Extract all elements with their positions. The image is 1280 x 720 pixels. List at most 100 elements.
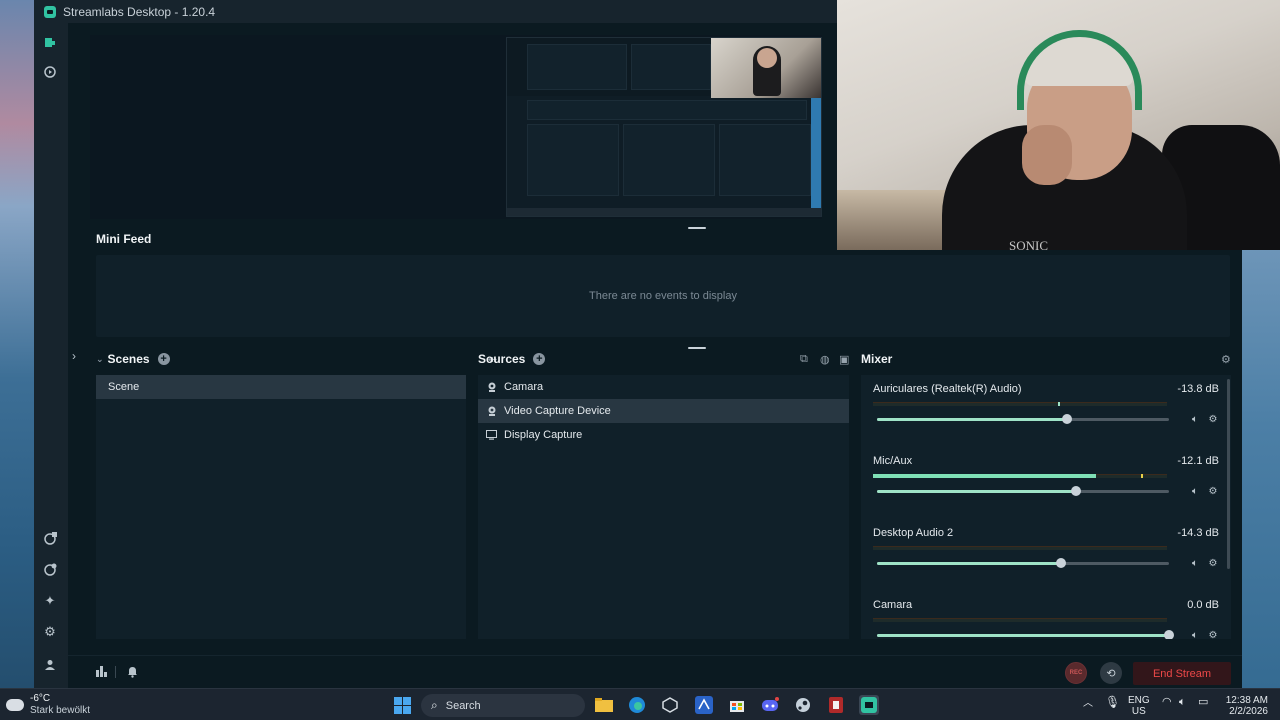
window-title: Streamlabs Desktop - 1.20.4 [63, 4, 216, 19]
mixer-scrollbar[interactable] [1227, 379, 1230, 569]
mute-speaker-icon[interactable]: 🔈︎ [1189, 485, 1201, 497]
volume-meter [873, 546, 1167, 550]
desktop-background-left [0, 0, 34, 688]
channel-db: -12.1 dB [1177, 455, 1219, 467]
volume-icon[interactable]: 🔈︎ [1179, 697, 1186, 708]
taskbar-search[interactable]: ⌕ Search [421, 694, 585, 717]
source-display-icon[interactable]: ⧉ [800, 353, 808, 366]
mixer-settings-icon[interactable]: ⚙ [1221, 353, 1231, 366]
channel-name: Camara [873, 599, 913, 611]
red-app-icon[interactable] [826, 695, 846, 715]
code-editor-icon[interactable] [694, 695, 714, 715]
cloud-icon [6, 699, 24, 711]
discord-icon[interactable] [760, 695, 780, 715]
mute-speaker-icon[interactable]: 🔈︎ [1189, 629, 1201, 640]
source-item[interactable]: Camara [478, 375, 849, 399]
game-overlay-icon[interactable] [42, 530, 58, 546]
weather-temperature: -6°C [30, 693, 51, 704]
settings-icon[interactable]: ⚙ [42, 624, 58, 640]
login-icon[interactable] [42, 657, 58, 673]
notifications-bell-icon[interactable] [127, 666, 138, 681]
desktop-background-right [1242, 250, 1280, 688]
language-indicator[interactable]: ENG US [1128, 695, 1150, 717]
webcam-overlay: SONIC [837, 0, 1280, 250]
volume-slider[interactable] [877, 414, 1169, 424]
streamlabs-taskbar-icon[interactable] [859, 695, 879, 715]
source-audio-icon[interactable]: ◍ [820, 353, 830, 366]
volume-meter [873, 618, 1167, 622]
start-button[interactable] [392, 695, 412, 715]
sources-title: Sources [478, 352, 526, 366]
mute-speaker-icon[interactable]: 🔈︎ [1189, 557, 1201, 569]
sidebar: ✦ ⚙ [34, 23, 68, 688]
scene-item[interactable]: Scene [96, 375, 466, 399]
mini-feed-title: Mini Feed [96, 232, 152, 246]
wifi-icon[interactable]: ◠ [1162, 697, 1172, 708]
webcam-icon [486, 406, 497, 416]
shirt-text: SONIC [1009, 238, 1049, 250]
sources-list: Camara Video Capture Device Display Capt… [478, 375, 849, 639]
editor-icon[interactable] [42, 34, 58, 50]
channel-db: -14.3 dB [1177, 527, 1219, 539]
steam-icon[interactable] [793, 695, 813, 715]
scenes-title: Scenes [107, 352, 150, 366]
mute-speaker-icon[interactable]: 🔈︎ [1189, 413, 1201, 425]
webcam-icon [486, 382, 497, 392]
channel-settings-icon[interactable]: ⚙ [1207, 557, 1219, 569]
volume-slider[interactable] [877, 558, 1169, 568]
add-folder-icon[interactable]: ▣ [839, 353, 849, 366]
search-icon: ⌕ [431, 698, 438, 712]
separator [115, 666, 116, 678]
monitor-icon [486, 430, 497, 440]
clock[interactable]: 12:38 AM 2/2/2026 [1222, 695, 1268, 717]
volume-slider[interactable] [877, 486, 1169, 496]
preview-display-capture [506, 37, 822, 217]
expand-sidebar-chevron-icon[interactable]: › [72, 349, 76, 363]
record-icon[interactable] [42, 64, 58, 80]
store-icon[interactable] [727, 695, 747, 715]
add-source-button[interactable]: + [533, 353, 546, 365]
panels-resize-handle[interactable] [688, 347, 706, 349]
windows-taskbar: -6°C Stark bewölkt ⌕ Search ︿ 🎙︎ ENG US [0, 688, 1280, 720]
mixer-panel: Auriculares (Realtek(R) Audio) -13.8 dB … [861, 375, 1231, 639]
edge-browser-icon[interactable] [627, 695, 647, 715]
channel-settings-icon[interactable]: ⚙ [1207, 485, 1219, 497]
clock-time: 12:38 AM [1225, 695, 1268, 706]
replay-buffer-icon[interactable]: ⟲ [1100, 662, 1122, 684]
record-button[interactable]: REC [1065, 662, 1087, 684]
bottom-bar: REC ⟲ End Stream [68, 655, 1242, 688]
add-scene-button[interactable]: + [157, 353, 170, 365]
channel-db: -13.8 dB [1177, 383, 1219, 395]
microphone-icon[interactable]: 🎙︎ [1105, 696, 1120, 708]
sources-header: Sources + [478, 352, 546, 366]
themes-icon[interactable] [42, 561, 58, 577]
clock-date: 2/2/2026 [1229, 706, 1268, 717]
scenes-header: ⌄ Scenes + [96, 352, 170, 366]
source-item[interactable]: Display Capture [478, 423, 849, 447]
file-explorer-icon[interactable] [594, 695, 614, 715]
scenes-list: Scene [96, 375, 466, 639]
mini-feed-box: There are no events to display [96, 255, 1230, 337]
volume-meter [873, 474, 1167, 478]
preview-resize-handle[interactable] [688, 227, 706, 229]
mixer-header: Mixer [861, 352, 892, 366]
collapse-chevron-icon[interactable]: ⌄ [96, 354, 104, 365]
channel-db: 0.0 dB [1187, 599, 1219, 611]
channel-name: Desktop Audio 2 [873, 527, 954, 539]
performance-stats-icon[interactable] [96, 666, 107, 680]
unity-icon[interactable] [660, 695, 680, 715]
source-item[interactable]: Video Capture Device [478, 399, 849, 423]
weather-description: Stark bewölkt [30, 705, 91, 716]
battery-icon[interactable]: ▭ [1198, 697, 1208, 708]
volume-meter [873, 402, 1167, 406]
ai-highlighter-icon[interactable]: ✦ [42, 593, 58, 609]
streamlabs-logo-icon [44, 5, 56, 18]
channel-settings-icon[interactable]: ⚙ [1207, 629, 1219, 640]
channel-settings-icon[interactable]: ⚙ [1207, 413, 1219, 425]
end-stream-button[interactable]: End Stream [1133, 662, 1231, 685]
stream-preview[interactable] [90, 35, 822, 219]
volume-slider[interactable] [877, 630, 1174, 639]
weather-widget[interactable]: -6°C Stark bewölkt [6, 693, 90, 717]
tray-overflow-chevron-icon[interactable]: ︿ [1083, 698, 1093, 709]
channel-name: Auriculares (Realtek(R) Audio) [873, 383, 1022, 395]
